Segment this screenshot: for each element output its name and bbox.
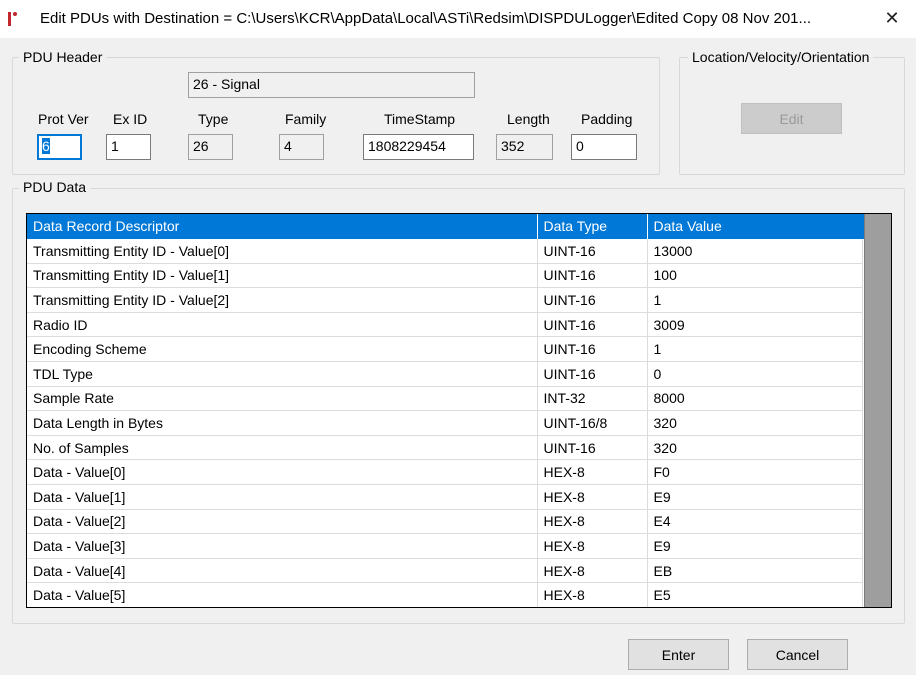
cell-data-type: HEX-8 — [537, 582, 648, 607]
cell-descriptor: Encoding Scheme — [27, 336, 538, 363]
column-header-descriptor[interactable]: Data Record Descriptor — [27, 214, 538, 239]
table-row[interactable]: Transmitting Entity ID - Value[1] UINT-16… — [27, 263, 863, 289]
prot-ver-value: 6 — [42, 138, 50, 154]
table-row[interactable]: Sample Rate INT-32 8000 — [27, 386, 863, 412]
family-label: Family — [285, 111, 327, 127]
table-row[interactable]: Transmitting Entity ID - Value[0] UINT-16… — [27, 238, 863, 264]
table-row[interactable]: Data - Value[3] HEX-8 E9 — [27, 533, 863, 559]
cell-descriptor: Data Length in Bytes — [27, 410, 538, 436]
cell-data-type: HEX-8 — [537, 484, 648, 510]
type-field: 26 — [188, 134, 233, 160]
pdu-data-table: Data Record Descriptor Data Type Data Va… — [27, 214, 863, 607]
cell-descriptor: Data - Value[0] — [27, 459, 538, 486]
table-row[interactable]: Data - Value[4] HEX-8 EB — [27, 558, 863, 584]
cell-descriptor: Transmitting Entity ID - Value[1] — [27, 263, 538, 289]
cell-data-type: UINT-16 — [537, 263, 648, 289]
family-field: 4 — [279, 134, 324, 160]
cell-descriptor: Data - Value[5] — [27, 582, 538, 607]
cell-descriptor: TDL Type — [27, 361, 538, 387]
cell-descriptor: Transmitting Entity ID - Value[2] — [27, 287, 538, 313]
table-row[interactable]: Transmitting Entity ID - Value[2] UINT-16… — [27, 287, 863, 313]
cell-descriptor: Data - Value[1] — [27, 484, 538, 510]
cancel-button[interactable]: Cancel — [747, 639, 848, 670]
cell-data-value[interactable]: 0 — [647, 361, 863, 387]
table-row[interactable]: Encoding Scheme UINT-16 1 — [27, 336, 863, 363]
type-label: Type — [198, 111, 229, 127]
cell-data-type: HEX-8 — [537, 558, 648, 584]
pdu-type-display: 26 - Signal — [188, 72, 475, 98]
ex-id-label: Ex ID — [113, 111, 148, 127]
pdu-data-grid[interactable]: Data Record Descriptor Data Type Data Va… — [26, 213, 892, 608]
cell-descriptor: Transmitting Entity ID - Value[0] — [27, 238, 538, 264]
cell-data-value[interactable]: 100 — [647, 263, 863, 289]
timestamp-field[interactable]: 1808229454 — [363, 134, 474, 160]
table-row[interactable]: Data - Value[1] HEX-8 E9 — [27, 484, 863, 510]
cell-data-type: UINT-16/8 — [537, 410, 648, 436]
cell-descriptor: Data - Value[3] — [27, 533, 538, 559]
table-row[interactable]: Data - Value[2] HEX-8 E4 — [27, 509, 863, 535]
cell-data-value[interactable]: E9 — [647, 484, 863, 510]
enter-button[interactable]: Enter — [628, 639, 729, 670]
length-field: 352 — [496, 134, 553, 160]
window-title: Edit PDUs with Destination = C:\Users\KC… — [40, 10, 812, 27]
padding-label: Padding — [581, 111, 633, 127]
cell-data-value[interactable]: EB — [647, 558, 863, 584]
cell-descriptor: Radio ID — [27, 312, 538, 338]
table-row[interactable]: TDL Type UINT-16 0 — [27, 361, 863, 387]
table-row[interactable]: No. of Samples UINT-16 320 — [27, 435, 863, 461]
padding-field[interactable]: 0 — [571, 134, 637, 160]
cell-descriptor: Data - Value[2] — [27, 509, 538, 535]
table-row[interactable]: Radio ID UINT-16 3009 — [27, 312, 863, 338]
title-bar: Edit PDUs with Destination = C:\Users\KC… — [0, 0, 916, 38]
cell-data-type: HEX-8 — [537, 509, 648, 535]
cell-data-value[interactable]: 1 — [647, 287, 863, 313]
cell-data-value[interactable]: E5 — [647, 582, 863, 607]
location-edit-button[interactable]: Edit — [741, 103, 842, 134]
pdu-header-label: PDU Header — [19, 49, 107, 65]
cell-data-value[interactable]: E9 — [647, 533, 863, 559]
grid-header-row: Data Record Descriptor Data Type Data Va… — [27, 214, 863, 239]
column-header-data-type[interactable]: Data Type — [537, 214, 648, 239]
cell-descriptor: Sample Rate — [27, 386, 538, 412]
prot-ver-field[interactable]: 6 — [37, 134, 82, 160]
cell-data-type: HEX-8 — [537, 533, 648, 559]
cell-data-type: UINT-16 — [537, 435, 648, 461]
timestamp-label: TimeStamp — [384, 111, 456, 127]
ex-id-field[interactable]: 1 — [106, 134, 151, 160]
cell-data-value[interactable]: 1 — [647, 336, 863, 363]
cell-descriptor: Data - Value[4] — [27, 558, 538, 584]
cell-data-value[interactable]: 320 — [647, 435, 863, 461]
cell-data-value[interactable]: 320 — [647, 410, 863, 436]
cell-data-type: UINT-16 — [537, 312, 648, 338]
table-row[interactable]: Data - Value[0] HEX-8 F0 — [27, 459, 863, 486]
prot-ver-label: Prot Ver — [38, 111, 89, 127]
cell-data-type: UINT-16 — [537, 336, 648, 363]
location-group-label: Location/Velocity/Orientation — [688, 49, 874, 65]
column-header-data-value[interactable]: Data Value — [647, 214, 863, 239]
pdu-data-label: PDU Data — [19, 179, 91, 195]
cell-data-type: UINT-16 — [537, 361, 648, 387]
length-label: Length — [507, 111, 550, 127]
app-icon — [8, 12, 18, 26]
table-row[interactable]: Data Length in Bytes UINT-16/8 320 — [27, 410, 863, 436]
cell-data-value[interactable]: 13000 — [647, 238, 863, 264]
close-icon[interactable]: ✕ — [882, 8, 902, 28]
cell-data-value[interactable]: 3009 — [647, 312, 863, 338]
grid-vertical-scrollbar[interactable] — [864, 214, 891, 607]
cell-data-value[interactable]: F0 — [647, 459, 863, 486]
cell-data-type: UINT-16 — [537, 238, 648, 264]
cell-data-value[interactable]: 8000 — [647, 386, 863, 412]
table-row[interactable]: Data - Value[5] HEX-8 E5 — [27, 582, 863, 607]
cell-data-type: INT-32 — [537, 386, 648, 412]
cell-data-type: UINT-16 — [537, 287, 648, 313]
cell-data-value[interactable]: E4 — [647, 509, 863, 535]
cell-descriptor: No. of Samples — [27, 435, 538, 461]
cell-data-type: HEX-8 — [537, 459, 648, 486]
